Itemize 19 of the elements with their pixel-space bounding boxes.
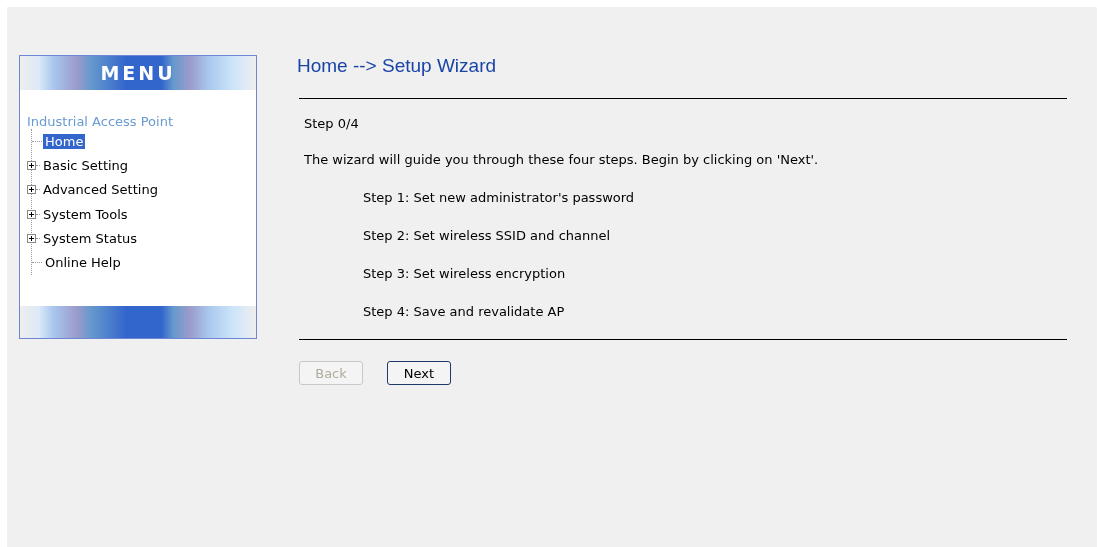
step-indicator: Step 0/4 bbox=[304, 116, 360, 131]
expand-icon[interactable] bbox=[27, 160, 36, 170]
step-item: Step 4: Save and revalidate AP bbox=[363, 304, 566, 319]
menu-title: MENU bbox=[100, 62, 176, 84]
step-item: Step 1: Set new administrator's password bbox=[363, 190, 636, 205]
step-item: Step 3: Set wireless encryption bbox=[363, 266, 567, 281]
intro-text: The wizard will guide you through these four steps. Begin by clicking on 'Next'. bbox=[304, 152, 820, 167]
page-title: Home --> Setup Wizard bbox=[297, 55, 498, 77]
step-item: Step 2: Set wireless SSID and channel bbox=[363, 228, 612, 243]
tree-item[interactable]: Advanced Setting bbox=[41, 182, 160, 198]
tree-item[interactable]: System Status bbox=[41, 230, 140, 246]
next-button[interactable]: Next bbox=[387, 361, 451, 385]
tree-item[interactable]: Basic Setting bbox=[41, 157, 131, 173]
expand-icon[interactable] bbox=[27, 209, 36, 219]
tree-item[interactable]: Online Help bbox=[43, 255, 123, 271]
expand-icon[interactable] bbox=[27, 233, 36, 243]
tree-item[interactable]: System Tools bbox=[41, 206, 130, 222]
tree-item[interactable]: Home bbox=[43, 133, 86, 149]
expand-icon[interactable] bbox=[27, 185, 36, 195]
